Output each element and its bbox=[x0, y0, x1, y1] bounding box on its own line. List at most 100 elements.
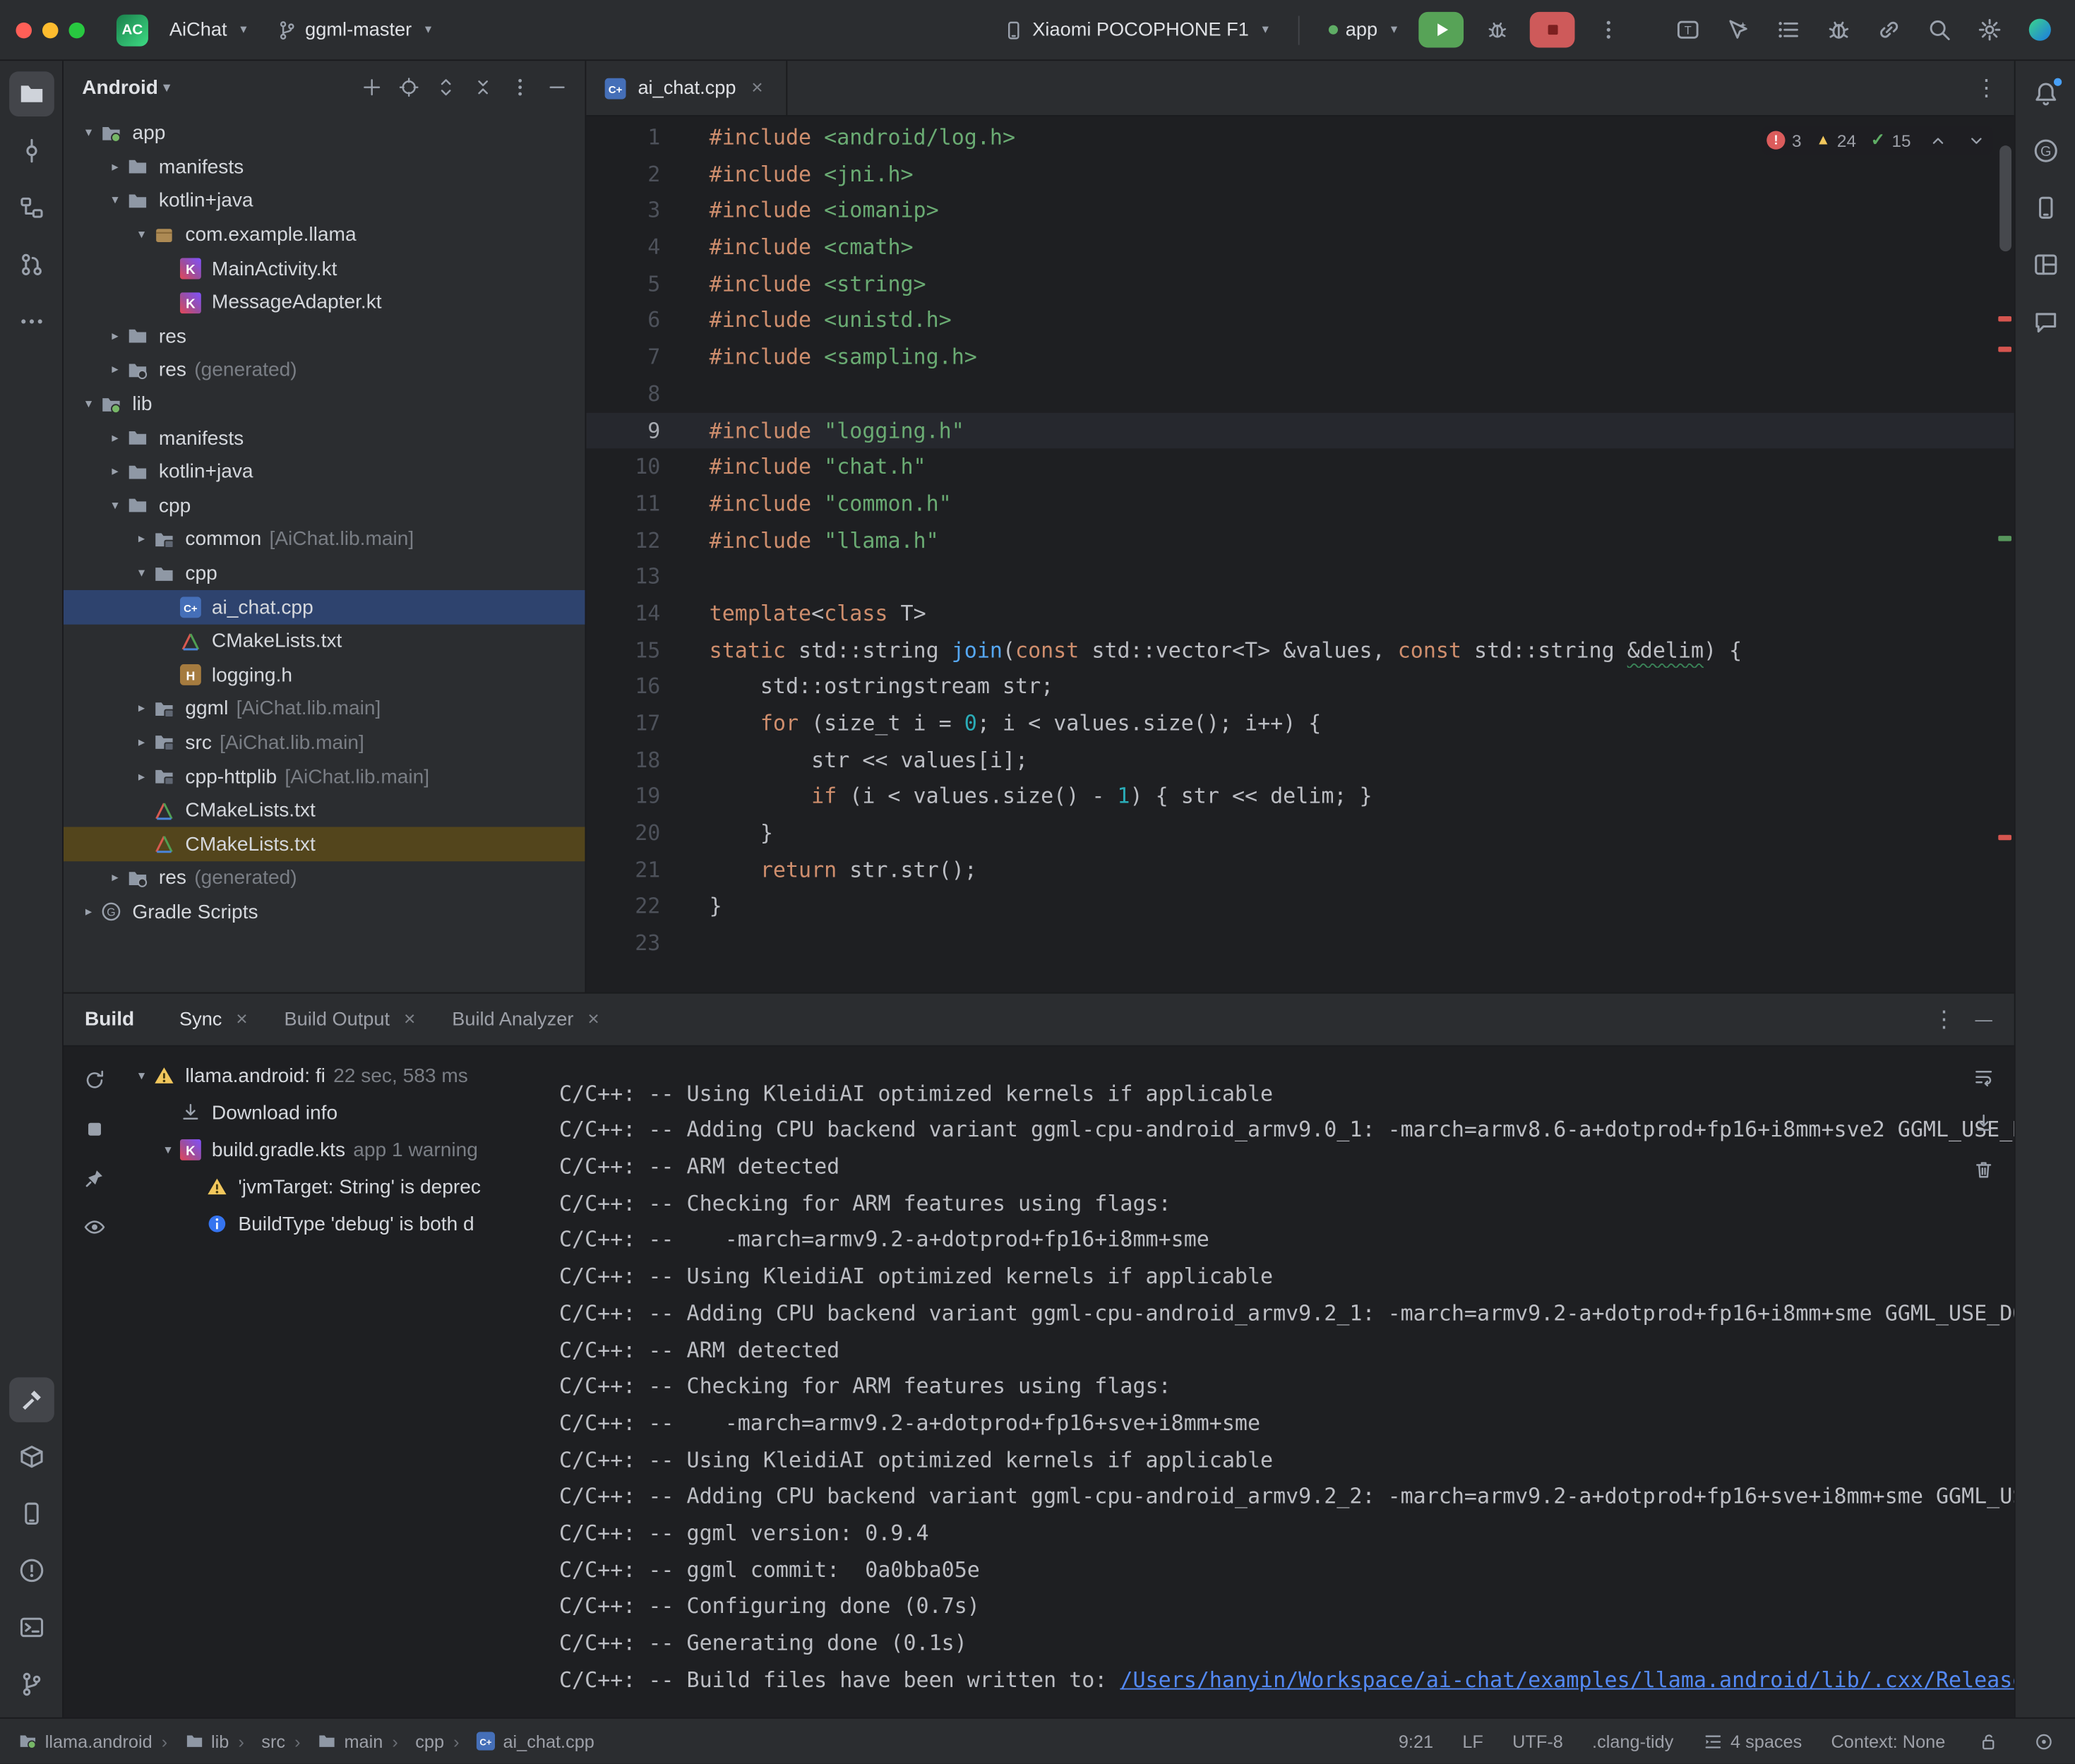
panel-header-button[interactable] bbox=[1966, 1106, 2001, 1141]
tree-item[interactable]: kotlin+java bbox=[64, 455, 585, 489]
code-line[interactable]: 17 for (size_t i = 0; i < values.size();… bbox=[586, 705, 2014, 742]
code-line[interactable]: 4 #include <cmath> bbox=[586, 229, 2014, 265]
tree-item[interactable]: cpp-httplib [AiChat.lib.main] bbox=[64, 760, 585, 793]
expand-chevron-icon[interactable] bbox=[103, 160, 127, 175]
tree-item[interactable]: K MessageAdapter.kt bbox=[64, 286, 585, 320]
build-panel-tab[interactable]: Build Analyzer bbox=[438, 1002, 617, 1037]
tool-window-button[interactable] bbox=[2023, 71, 2068, 116]
expand-chevron-icon[interactable] bbox=[77, 126, 101, 141]
panel-header-button[interactable] bbox=[1966, 1153, 2001, 1187]
panel-header-button[interactable] bbox=[503, 70, 537, 104]
line-number[interactable]: 19 bbox=[586, 779, 660, 815]
panel-header-button[interactable] bbox=[540, 70, 575, 104]
status-bar-icon-button[interactable] bbox=[2030, 1728, 2056, 1754]
tool-window-button[interactable] bbox=[8, 1605, 54, 1650]
expand-chevron-icon[interactable] bbox=[156, 1143, 180, 1158]
editor-tab[interactable]: C+ ai_chat.cpp bbox=[586, 61, 787, 115]
tool-window-button[interactable] bbox=[8, 1377, 54, 1422]
code-line[interactable]: 22 } bbox=[586, 889, 2014, 925]
code-line[interactable]: 23 bbox=[586, 925, 2014, 961]
expand-chevron-icon[interactable] bbox=[130, 736, 154, 750]
line-number[interactable]: 6 bbox=[586, 302, 660, 339]
line-number[interactable]: 10 bbox=[586, 449, 660, 486]
line-number[interactable]: 22 bbox=[586, 889, 660, 925]
expand-chevron-icon[interactable] bbox=[130, 566, 154, 581]
line-number[interactable]: 4 bbox=[586, 229, 660, 265]
errors-count[interactable]: 3 bbox=[1766, 131, 1801, 150]
code-line[interactable]: 13 bbox=[586, 558, 2014, 595]
editor-options-button[interactable] bbox=[1969, 71, 2004, 105]
status-bar-widget[interactable]: .clang-tidy bbox=[1592, 1732, 1673, 1751]
code-line[interactable]: 3 #include <iomanip> bbox=[586, 192, 2014, 229]
expand-chevron-icon[interactable] bbox=[130, 702, 154, 716]
tree-item[interactable]: llama.android: fi 22 sec, 583 ms bbox=[124, 1057, 500, 1094]
code-line[interactable]: 9 #include "logging.h" bbox=[586, 412, 2014, 449]
tree-item[interactable]: res bbox=[64, 320, 585, 354]
close-icon[interactable] bbox=[583, 1009, 604, 1030]
line-number[interactable]: 21 bbox=[586, 852, 660, 889]
tool-window-button[interactable] bbox=[8, 71, 54, 116]
expand-chevron-icon[interactable] bbox=[77, 905, 101, 920]
tool-window-button[interactable] bbox=[2023, 242, 2068, 287]
run-control-button[interactable] bbox=[1768, 10, 1807, 49]
breadcrumb-item[interactable]: lib bbox=[162, 1732, 229, 1751]
line-number[interactable]: 20 bbox=[586, 815, 660, 852]
tree-item[interactable]: ggml [AiChat.lib.main] bbox=[64, 692, 585, 726]
code-line[interactable]: 18 str << values[i]; bbox=[586, 742, 2014, 779]
panel-header-button[interactable] bbox=[77, 1111, 112, 1146]
run-control-button[interactable] bbox=[2019, 10, 2059, 49]
panel-header-button[interactable] bbox=[392, 70, 426, 104]
run-control-button[interactable] bbox=[1718, 10, 1757, 49]
code-line[interactable]: 8 bbox=[586, 376, 2014, 412]
tree-item[interactable]: kotlin+java bbox=[64, 184, 585, 218]
status-bar-widget[interactable]: LF bbox=[1462, 1732, 1483, 1751]
build-panel-tab[interactable]: Sync bbox=[166, 1002, 265, 1037]
close-icon[interactable] bbox=[746, 78, 767, 99]
tree-item[interactable]: C+ ai_chat.cpp bbox=[64, 591, 585, 625]
line-number[interactable]: 11 bbox=[586, 486, 660, 522]
close-icon[interactable] bbox=[399, 1009, 420, 1030]
inspections-widget[interactable]: 3 24 15 bbox=[1762, 126, 1993, 155]
expand-chevron-icon[interactable] bbox=[103, 871, 127, 886]
line-number[interactable]: 7 bbox=[586, 339, 660, 376]
expand-chevron-icon[interactable] bbox=[103, 431, 127, 445]
line-number[interactable]: 23 bbox=[586, 925, 660, 961]
tree-item[interactable]: K MainActivity.kt bbox=[64, 252, 585, 286]
tree-item[interactable]: app bbox=[64, 116, 585, 150]
code-line[interactable]: 14 template<class T> bbox=[586, 595, 2014, 632]
tree-item[interactable]: manifests bbox=[64, 150, 585, 184]
tree-item[interactable]: manifests bbox=[64, 421, 585, 455]
code-editor[interactable]: 1 #include <android/log.h> 2 #include <j… bbox=[586, 116, 2014, 992]
panel-header-button[interactable] bbox=[77, 1160, 112, 1195]
close-window-button[interactable] bbox=[16, 22, 31, 37]
expand-chevron-icon[interactable] bbox=[103, 329, 127, 344]
expand-chevron-icon[interactable] bbox=[130, 769, 154, 784]
run-control-button[interactable] bbox=[1585, 12, 1630, 48]
breadcrumb-item[interactable]: llama.android bbox=[18, 1732, 152, 1751]
panel-header-button[interactable] bbox=[77, 1209, 112, 1244]
tool-window-button[interactable] bbox=[8, 242, 54, 287]
breadcrumb-item[interactable]: src bbox=[239, 1732, 286, 1751]
expand-chevron-icon[interactable] bbox=[130, 1069, 154, 1084]
code-line[interactable]: 11 #include "common.h" bbox=[586, 486, 2014, 522]
status-bar-icon-button[interactable] bbox=[1975, 1728, 2001, 1754]
tree-item[interactable]: H logging.h bbox=[64, 658, 585, 692]
warnings-count[interactable]: 24 bbox=[1816, 131, 1856, 150]
close-icon[interactable] bbox=[232, 1009, 253, 1030]
build-console[interactable]: C/C++: -- Using KleidiAI optimized kerne… bbox=[501, 1047, 2014, 1717]
panel-header-button[interactable] bbox=[1966, 1060, 2001, 1094]
status-bar-widget[interactable]: Context: None bbox=[1831, 1732, 1946, 1751]
branch-selector[interactable]: ggml-master bbox=[268, 14, 440, 46]
code-line[interactable]: 20 } bbox=[586, 815, 2014, 852]
line-number[interactable]: 14 bbox=[586, 595, 660, 632]
code-line[interactable]: 6 #include <unistd.h> bbox=[586, 302, 2014, 339]
panel-header-button[interactable] bbox=[354, 70, 389, 104]
minimize-window-button[interactable] bbox=[42, 22, 58, 37]
tree-item[interactable]: common [AiChat.lib.main] bbox=[64, 523, 585, 557]
code-line[interactable]: 5 #include <string> bbox=[586, 265, 2014, 302]
tool-window-button[interactable] bbox=[8, 128, 54, 174]
tree-item[interactable]: CMakeLists.txt bbox=[64, 625, 585, 659]
code-line[interactable]: 16 std::ostringstream str; bbox=[586, 668, 2014, 705]
expand-chevron-icon[interactable] bbox=[103, 464, 127, 479]
expand-chevron-icon[interactable] bbox=[103, 363, 127, 378]
